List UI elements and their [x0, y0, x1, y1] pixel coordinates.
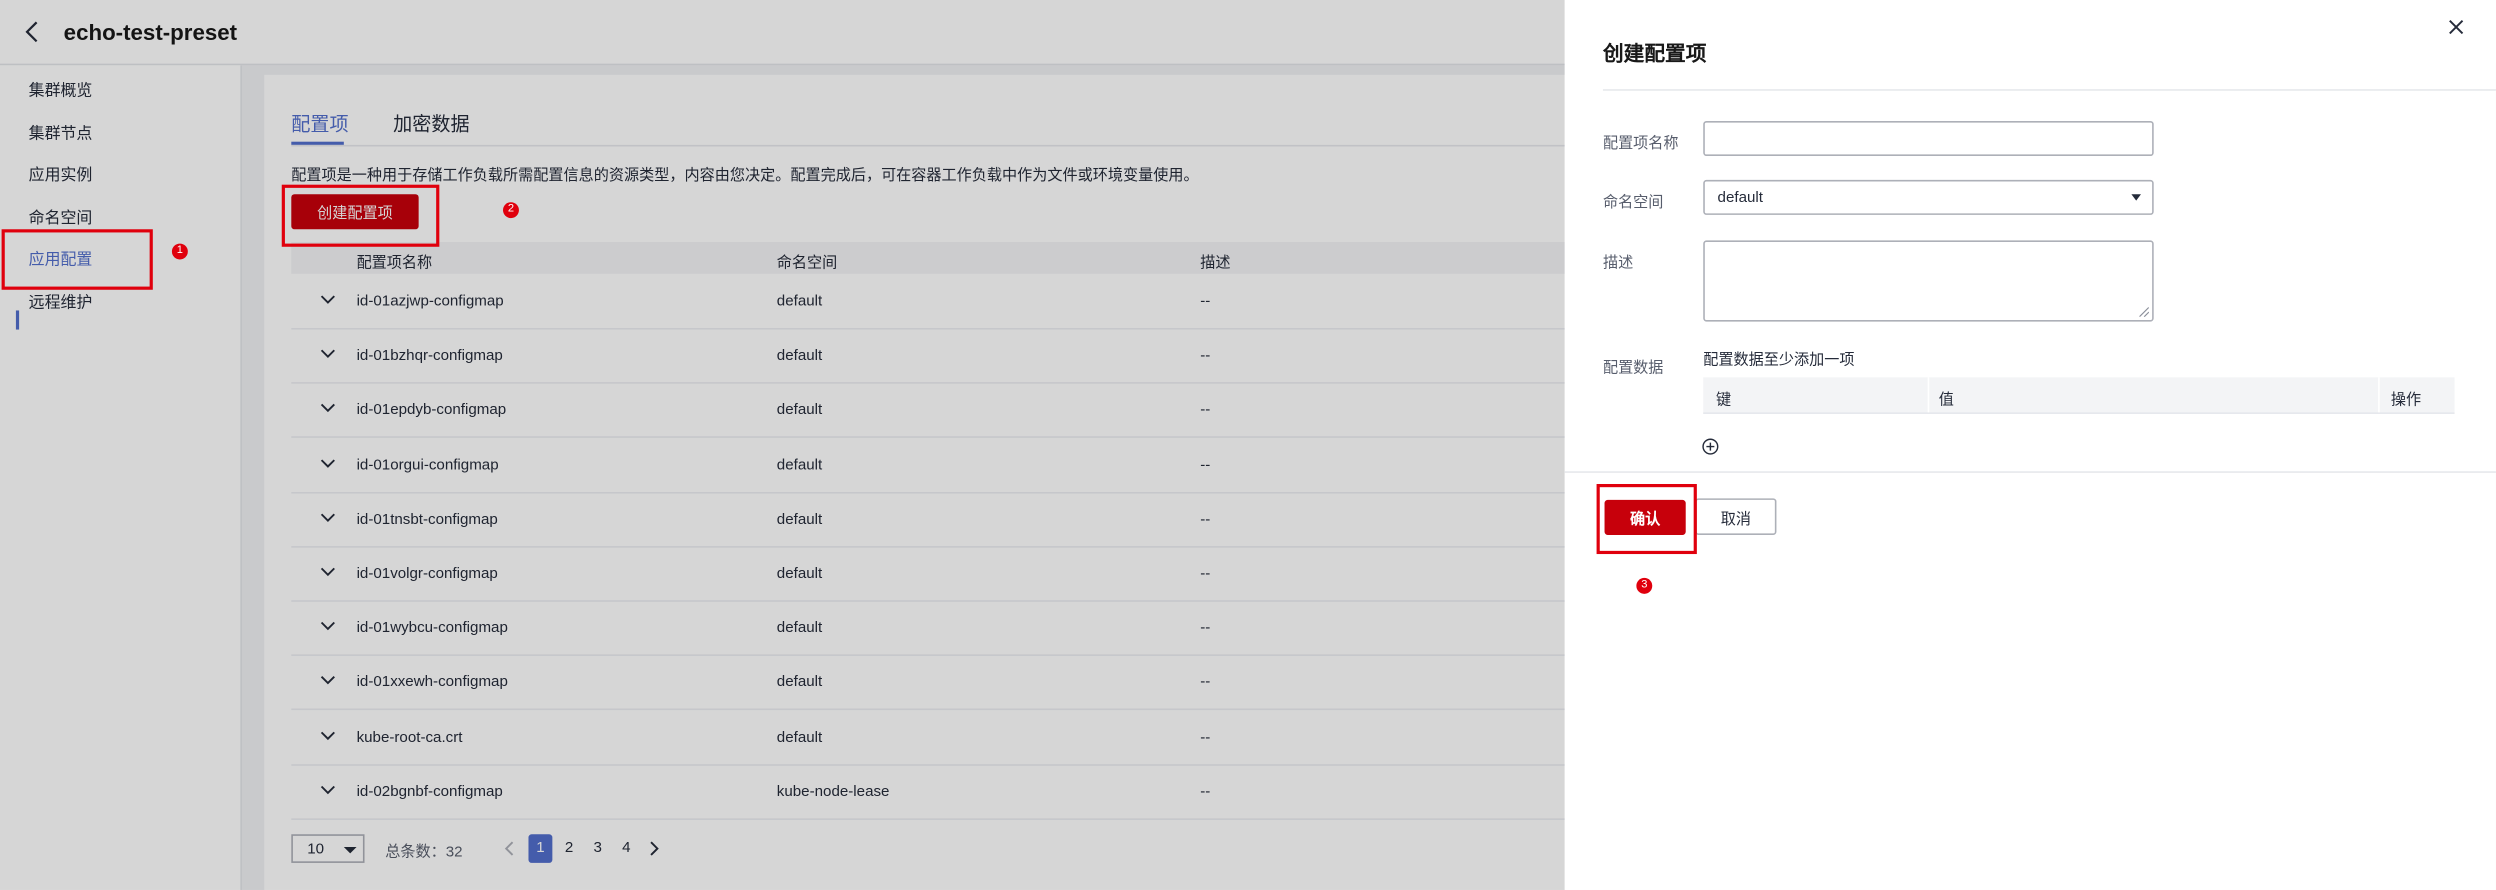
add-circle-icon[interactable] [1702, 438, 1720, 456]
close-icon[interactable] [2448, 19, 2464, 35]
screen: echo-test-preset 集群概览 集群节点 应用实例 命名空间 应用配… [0, 0, 2496, 890]
namespace-select-value: default [1717, 189, 1763, 207]
caret-down-icon [2131, 194, 2141, 201]
namespace-label: 命名空间 [1602, 194, 1664, 212]
config-data-hint: 配置数据至少添加一项 [1703, 351, 1855, 370]
kv-column-separator [1927, 377, 1930, 413]
configmap-name-input[interactable] [1703, 120, 2154, 157]
step-marker-2: 2 [503, 202, 519, 219]
namespace-select[interactable]: default [1703, 179, 2154, 215]
cancel-button[interactable]: 取消 [1695, 498, 1777, 535]
kv-header-value: 值 [1938, 391, 1954, 410]
resize-grip-icon[interactable] [2139, 307, 2149, 317]
drawer-header-divider [1602, 89, 2496, 91]
config-data-label: 配置数据 [1602, 359, 1664, 378]
step-marker-3: 3 [1636, 577, 1653, 594]
drawer-title: 创建配置项 [1602, 41, 1707, 66]
highlight-box-create-button [281, 184, 440, 247]
kv-header-key: 键 [1715, 391, 1732, 410]
kv-header-operation: 操作 [2390, 391, 2422, 410]
modal-overlay[interactable] [0, 0, 1565, 890]
step-marker-1: 1 [171, 243, 188, 260]
kv-column-separator [2378, 377, 2380, 413]
drawer-footer-divider [1564, 471, 2496, 473]
highlight-box-sidebar [1, 229, 153, 290]
description-textarea[interactable] [1703, 240, 2154, 322]
highlight-box-confirm-button [1596, 483, 1697, 555]
configmap-name-label: 配置项名称 [1602, 135, 1679, 153]
description-label: 描述 [1602, 254, 1634, 273]
create-configmap-drawer: 创建配置项 配置项名称 命名空间 default 描述 配置数据 配置数据至少添… [1564, 0, 2496, 890]
key-value-table-header: 键 值 操作 [1703, 377, 2455, 414]
